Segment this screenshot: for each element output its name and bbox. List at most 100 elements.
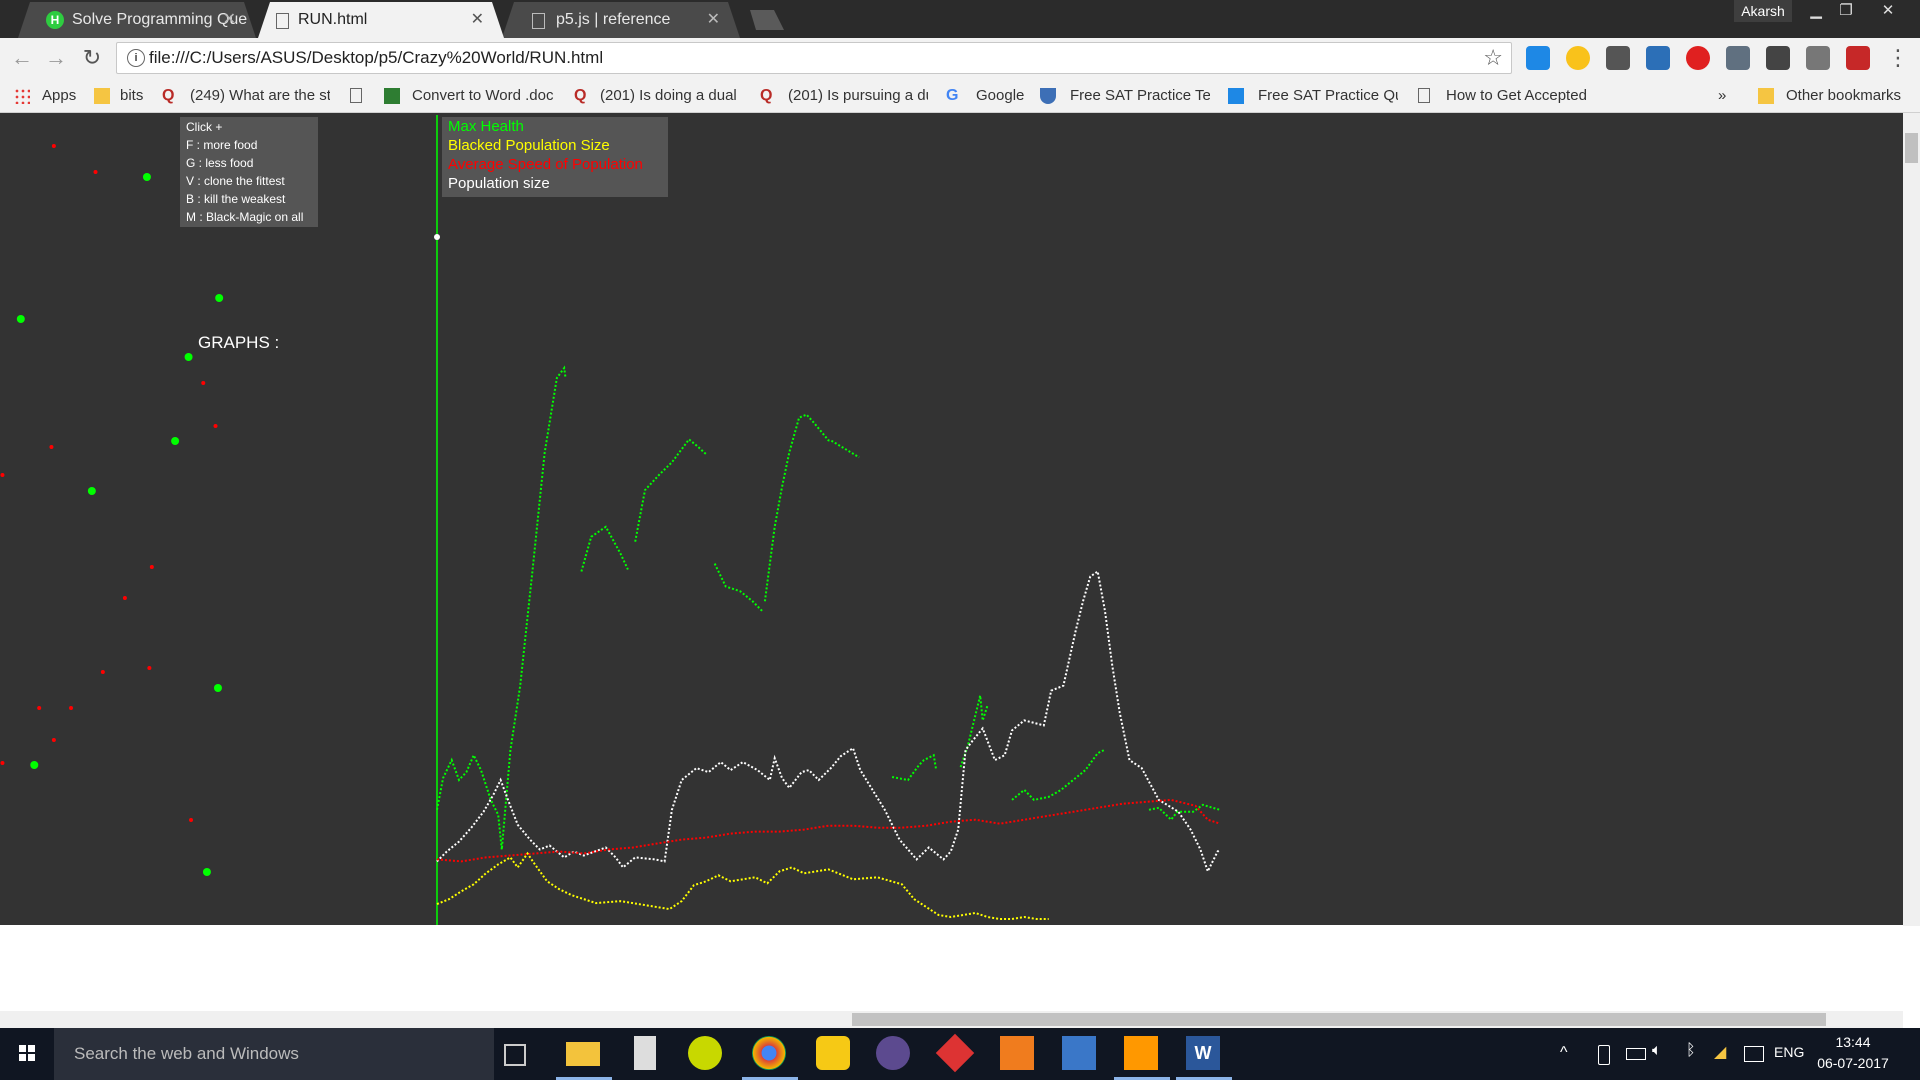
address-bar[interactable]: i file:///C:/Users/ASUS/Desktop/p5/Crazy… <box>116 42 1512 74</box>
food-dot <box>122 596 127 600</box>
apps-grid-icon <box>14 88 30 104</box>
scroll-thumb[interactable] <box>1905 133 1918 163</box>
volume-icon[interactable]: 🔈︎ <box>1652 1042 1662 1060</box>
app-icon[interactable] <box>688 1036 722 1070</box>
git-icon[interactable] <box>935 1033 975 1073</box>
taskbar-search-input[interactable]: Search the web and Windows <box>54 1028 494 1080</box>
extension-icon[interactable] <box>1566 46 1590 70</box>
tab-title: RUN.html <box>298 11 368 28</box>
windows-start-icon[interactable] <box>10 1036 44 1070</box>
close-tab-icon[interactable]: ✕ <box>707 2 720 38</box>
tab-solve-programming[interactable]: H Solve Programming Que ✕ <box>18 2 256 38</box>
bluetooth-icon[interactable]: ᛒ <box>1686 1042 1696 1060</box>
menu-icon[interactable]: ⋮ <box>1884 44 1912 72</box>
other-bookmarks[interactable]: Other bookmarks <box>1786 80 1901 112</box>
bookmark-google[interactable]: Google <box>976 80 1024 112</box>
back-arrow-icon[interactable]: ← <box>8 44 36 72</box>
info-icon[interactable]: i <box>127 49 145 67</box>
bookmark-quora-2[interactable]: (201) Is doing a dual <box>600 80 740 112</box>
eclipse-icon[interactable] <box>876 1036 910 1070</box>
app-icon[interactable] <box>1000 1036 1034 1070</box>
graph-cursor-dot <box>434 234 440 240</box>
series-max-health <box>436 365 1221 850</box>
extension-icon[interactable] <box>1646 46 1670 70</box>
food-dot <box>0 473 5 477</box>
food-dot <box>213 684 222 692</box>
remote-desktop-icon[interactable] <box>1062 1036 1096 1070</box>
language-indicator[interactable]: ENG <box>1774 1044 1804 1060</box>
task-view-icon[interactable] <box>504 1044 526 1066</box>
bookmark-convert-word[interactable]: Convert to Word .doc <box>412 80 554 112</box>
url-text[interactable]: file:///C:/Users/ASUS/Desktop/p5/Crazy%2… <box>149 43 603 73</box>
extension-icon[interactable] <box>1846 46 1870 70</box>
bookmark-quora-3[interactable]: (201) Is pursuing a du <box>788 80 928 112</box>
series-blacked-population-size <box>436 851 1049 920</box>
clock-time: 13:44 <box>1835 1034 1871 1050</box>
page-icon <box>1418 88 1430 103</box>
shield-icon <box>1040 88 1056 104</box>
legend-population-size: Population size <box>448 175 550 192</box>
restore-icon[interactable]: ❐ <box>1826 0 1866 22</box>
vertical-scrollbar[interactable] <box>1903 113 1920 926</box>
bookmark-bits[interactable]: bits <box>120 80 143 112</box>
close-tab-icon[interactable]: ✕ <box>471 2 484 38</box>
simulation-canvas[interactable] <box>0 113 1903 925</box>
pocket-icon[interactable] <box>1766 46 1790 70</box>
hackerearth-favicon-icon: H <box>46 11 64 29</box>
usb-icon[interactable] <box>1598 1045 1610 1065</box>
page-icon <box>532 13 545 29</box>
graph-series-layer <box>436 365 1221 920</box>
bookmark-sat-2[interactable]: Free SAT Practice Qu <box>1258 80 1398 112</box>
food-dot <box>149 565 154 569</box>
food-dot <box>37 706 42 710</box>
series-average-speed-of-population <box>436 798 1221 863</box>
close-tab-icon[interactable]: ✕ <box>223 2 236 38</box>
show-hidden-icons-chevron-icon[interactable]: ^ <box>1560 1044 1568 1062</box>
google-icon: G <box>946 87 959 104</box>
close-window-icon[interactable]: ✕ <box>1868 0 1908 22</box>
extension-icon[interactable] <box>1726 46 1750 70</box>
chrome-icon[interactable] <box>752 1036 786 1070</box>
food-dot <box>69 706 74 710</box>
taskbar-clock[interactable]: 13:44 06-07-2017 <box>1808 1032 1898 1074</box>
tab-run-html[interactable]: RUN.html ✕ <box>258 2 504 38</box>
food-dot <box>201 381 206 385</box>
action-center-icon[interactable] <box>1744 1046 1764 1062</box>
food-dot <box>202 868 211 876</box>
app-icon[interactable] <box>816 1036 850 1070</box>
file-explorer-icon[interactable] <box>566 1042 600 1066</box>
tab-title: p5.js | reference <box>556 11 671 28</box>
new-tab-button[interactable] <box>744 10 784 30</box>
bookmark-star-icon[interactable]: ☆ <box>1483 45 1503 71</box>
sat-icon <box>1228 88 1244 104</box>
food-dots-layer <box>0 144 224 876</box>
quora-icon: Q <box>162 87 175 104</box>
food-dot <box>30 761 39 769</box>
bookmark-apps[interactable]: Apps <box>42 80 76 112</box>
extension-icon[interactable] <box>1806 46 1830 70</box>
reload-icon[interactable]: ↻ <box>78 44 106 72</box>
help-line: Click + <box>186 120 223 134</box>
food-dot <box>171 437 180 445</box>
horizontal-scrollbar[interactable] <box>0 1011 1903 1028</box>
extension-icon[interactable] <box>1606 46 1630 70</box>
opera-icon[interactable] <box>1686 46 1710 70</box>
more-bookmarks-chevron-icon[interactable]: » <box>1718 80 1726 112</box>
extension-icon[interactable] <box>1526 46 1550 70</box>
bookmark-how-to-get-accepted[interactable]: How to Get Accepted <box>1446 80 1586 112</box>
scroll-thumb[interactable] <box>852 1013 1826 1026</box>
wifi-icon[interactable]: ◢ <box>1714 1042 1726 1062</box>
battery-icon[interactable] <box>1626 1048 1646 1060</box>
forward-arrow-icon[interactable]: → <box>42 44 70 72</box>
bookmark-sat-1[interactable]: Free SAT Practice Tes <box>1070 80 1210 112</box>
food-dot <box>49 445 54 449</box>
calculator-icon[interactable] <box>634 1036 656 1070</box>
profile-button[interactable]: Akarsh <box>1734 0 1792 22</box>
bookmark-quora-1[interactable]: (249) What are the st <box>190 80 330 112</box>
sublime-text-icon[interactable] <box>1124 1036 1158 1070</box>
tab-p5js-reference[interactable]: p5.js | reference ✕ <box>502 2 740 38</box>
food-dot <box>184 353 193 361</box>
help-line: F : more food <box>186 138 258 152</box>
food-dot <box>16 315 25 323</box>
word-icon[interactable]: W <box>1186 1036 1220 1070</box>
